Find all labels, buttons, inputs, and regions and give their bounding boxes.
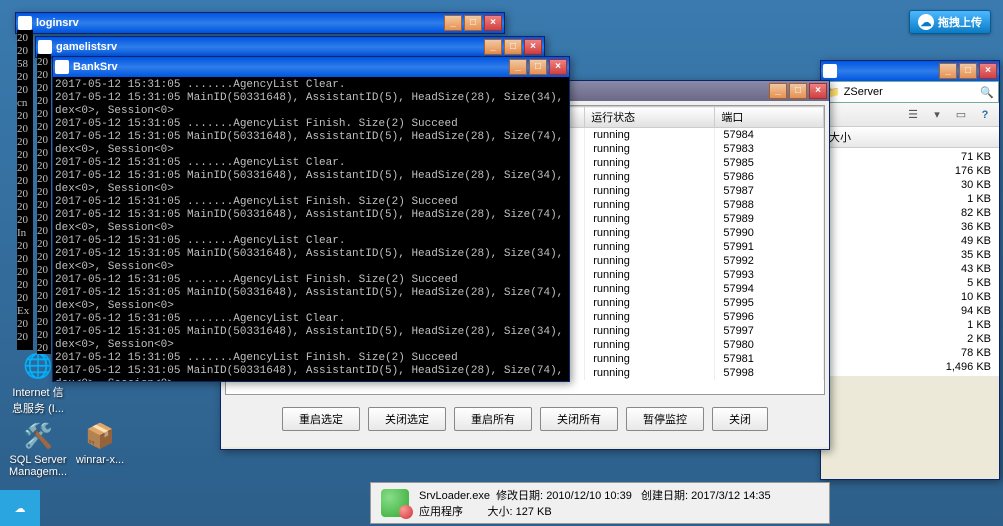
list-item[interactable]: 30 KB [821, 178, 999, 192]
minimize-button[interactable]: _ [939, 63, 957, 79]
maximize-button[interactable]: □ [529, 59, 547, 75]
close-button[interactable]: × [549, 59, 567, 75]
status-filename: SrvLoader.exe [419, 490, 490, 502]
close-button[interactable]: × [809, 83, 827, 99]
list-item[interactable]: 78 KB [821, 346, 999, 360]
minimize-button[interactable]: _ [509, 59, 527, 75]
list-item[interactable]: 36 KB [821, 220, 999, 234]
console-edge-left: 2020582020cn202020202020202020In20202020… [17, 30, 33, 350]
list-item[interactable]: 94 KB [821, 304, 999, 318]
close-button[interactable]: × [524, 39, 542, 55]
banksrv-window: BankSrv _ □ × 2017-05-12 15:31:05 ......… [52, 56, 570, 382]
taskbar-cloud-button[interactable]: ☁ [0, 490, 40, 526]
icon-label: SQL Server Managem... [8, 454, 68, 478]
close-button[interactable]: × [484, 15, 502, 31]
close-selected-button[interactable]: 关闭选定 [368, 407, 446, 431]
explorer-window: _ □ × 📁 ZServer 🔍 ☰ ▾ ▭ ? 大小 71 KB176 KB… [820, 60, 1000, 480]
maximize-button[interactable]: □ [959, 63, 977, 79]
maximize-button[interactable]: □ [464, 15, 482, 31]
banksrv-titlebar[interactable]: BankSrv _ □ × [53, 57, 569, 77]
loginsrv-window: loginsrv _ □ × [15, 12, 505, 34]
column-header-size[interactable]: 大小 [821, 127, 999, 148]
minimize-button[interactable]: _ [444, 15, 462, 31]
list-item[interactable]: 2 KB [821, 332, 999, 346]
console-edge-mid: 2020202020202020202020202020202020202020… [37, 54, 51, 354]
desktop-icon-sql[interactable]: 🛠️ SQL Server Managem... [8, 420, 68, 478]
icon-label: Internet 信息服务 (I... [8, 384, 68, 416]
list-item[interactable]: 43 KB [821, 262, 999, 276]
file-list: 71 KB176 KB30 KB1 KB82 KB36 KB49 KB35 KB… [821, 148, 999, 376]
explorer-toolbar: ☰ ▾ ▭ ? [821, 103, 999, 127]
explorer-titlebar[interactable]: _ □ × [821, 61, 999, 81]
loginsrv-titlebar[interactable]: loginsrv _ □ × [16, 13, 504, 33]
col-port[interactable]: 端口 [715, 107, 824, 128]
status-type: 应用程序 [419, 506, 463, 518]
archive-icon: 📦 [84, 420, 116, 452]
list-item[interactable]: 35 KB [821, 248, 999, 262]
close-dialog-button[interactable]: 关闭 [712, 407, 768, 431]
list-item[interactable]: 5 KB [821, 276, 999, 290]
list-item[interactable]: 1 KB [821, 318, 999, 332]
list-item[interactable]: 176 KB [821, 164, 999, 178]
file-details-panel: SrvLoader.exe 修改日期: 2010/12/10 10:39 创建日… [370, 482, 830, 524]
help-icon[interactable]: ? [977, 107, 993, 123]
gamelistsrv-titlebar[interactable]: gamelistsrv _ □ × [36, 37, 544, 57]
col-status[interactable]: 运行状态 [585, 107, 715, 128]
list-item[interactable]: 82 KB [821, 206, 999, 220]
close-all-button[interactable]: 关闭所有 [540, 407, 618, 431]
cloud-icon: ☁ [918, 14, 934, 30]
list-item[interactable]: 49 KB [821, 234, 999, 248]
maximize-button[interactable]: □ [789, 83, 807, 99]
restart-selected-button[interactable]: 重启选定 [282, 407, 360, 431]
views-icon[interactable]: ☰ [905, 107, 921, 123]
cloud-sync-icon: ☁ [15, 502, 26, 515]
console-icon [18, 16, 32, 30]
desktop-icon-winrar[interactable]: 📦 winrar-x... [70, 420, 130, 466]
icon-label: winrar-x... [70, 454, 130, 466]
console-icon [38, 40, 52, 54]
gamelistsrv-window: gamelistsrv _ □ × [35, 36, 545, 58]
console-output: 2017-05-12 15:31:05 .......AgencyList Cl… [53, 77, 569, 381]
database-icon: 🛠️ [22, 420, 54, 452]
close-button[interactable]: × [979, 63, 997, 79]
list-item[interactable]: 71 KB [821, 150, 999, 164]
minimize-button[interactable]: _ [484, 39, 502, 55]
address-text: ZServer [844, 86, 883, 98]
maximize-button[interactable]: □ [504, 39, 522, 55]
list-item[interactable]: 1 KB [821, 192, 999, 206]
console-icon [55, 60, 69, 74]
address-bar[interactable]: 📁 ZServer 🔍 [821, 81, 999, 103]
pause-monitor-button[interactable]: 暂停监控 [626, 407, 704, 431]
list-item[interactable]: 10 KB [821, 290, 999, 304]
search-icon[interactable]: 🔍 [980, 86, 994, 99]
minimize-button[interactable]: _ [769, 83, 787, 99]
dropdown-icon[interactable]: ▾ [929, 107, 945, 123]
app-icon [381, 489, 409, 517]
restart-all-button[interactable]: 重启所有 [454, 407, 532, 431]
preview-icon[interactable]: ▭ [953, 107, 969, 123]
list-item[interactable]: 1,496 KB [821, 360, 999, 374]
window-icon [823, 64, 837, 78]
cloud-upload-button[interactable]: ☁ 拖拽上传 [909, 10, 991, 34]
